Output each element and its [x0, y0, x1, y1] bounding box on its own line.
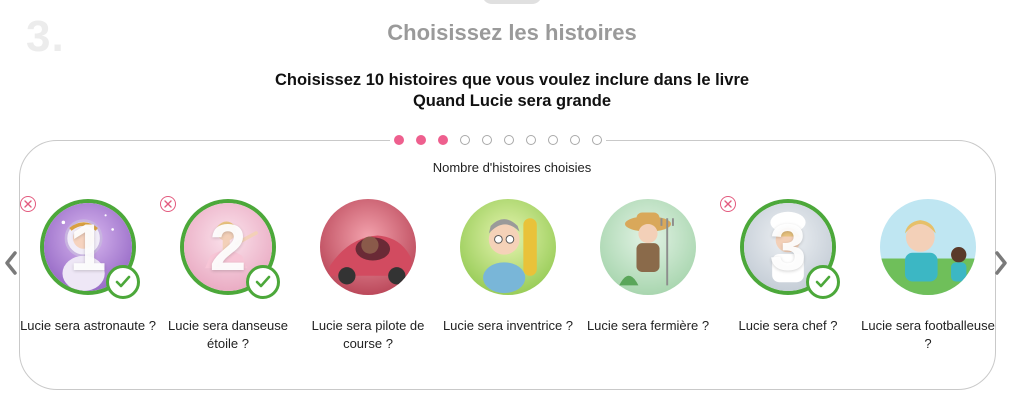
- progress-dot: [482, 135, 492, 145]
- progress-dot: [460, 135, 470, 145]
- remove-story-button[interactable]: [20, 196, 36, 212]
- selected-check-icon: [106, 265, 140, 299]
- story-card-dancer[interactable]: 2 Lucie sera danseuse étoile ?: [158, 196, 298, 359]
- close-icon: [24, 200, 32, 208]
- selected-check-icon: [246, 265, 280, 299]
- story-illustration-race-driver[interactable]: [320, 199, 416, 295]
- top-decoration: [482, 0, 542, 4]
- story-card-farmer[interactable]: Lucie sera fermière ?: [578, 199, 718, 359]
- story-title: Lucie sera astronaute ?: [20, 318, 156, 333]
- remove-story-button[interactable]: [720, 196, 736, 212]
- story-card-chef[interactable]: 3 Lucie sera chef ?: [718, 196, 858, 359]
- story-card-astronaut[interactable]: 1 Lucie sera astronaute ?: [18, 196, 158, 359]
- selected-check-icon: [806, 265, 840, 299]
- progress-dot: [592, 135, 602, 145]
- chosen-count-label: Nombre d'histoires choisies: [432, 160, 592, 175]
- remove-story-button[interactable]: [160, 196, 176, 212]
- story-title: Lucie sera pilote de course ?: [311, 318, 425, 351]
- chevron-left-icon: [5, 251, 17, 275]
- story-card-race-driver[interactable]: Lucie sera pilote de course ?: [298, 199, 438, 359]
- story-illustration-farmer[interactable]: [600, 199, 696, 295]
- progress-dot: [548, 135, 558, 145]
- story-illustration-inventor[interactable]: [460, 199, 556, 295]
- progress-dot: [416, 135, 426, 145]
- section-title: Choisissez les histoires: [387, 20, 637, 45]
- story-title: Lucie sera chef ?: [738, 318, 838, 333]
- progress-dot: [526, 135, 536, 145]
- instruction-text: Choisissez 10 histoires que vous voulez …: [0, 70, 1024, 112]
- progress-dot: [394, 135, 404, 145]
- story-title: Lucie sera danseuse étoile ?: [168, 318, 288, 351]
- instruction-line-1: Choisissez 10 histoires que vous voulez …: [274, 71, 750, 89]
- progress-dot: [570, 135, 580, 145]
- story-card-inventor[interactable]: Lucie sera inventrice ?: [438, 199, 578, 359]
- story-card-football[interactable]: Lucie sera footballeuse ?: [858, 199, 998, 359]
- progress-dot: [504, 135, 514, 145]
- selection-progress-dots: [390, 133, 606, 147]
- story-title: Lucie sera fermière ?: [586, 318, 710, 333]
- progress-dot: [438, 135, 448, 145]
- story-title: Lucie sera footballeuse ?: [861, 318, 995, 351]
- close-icon: [724, 200, 732, 208]
- story-title: Lucie sera inventrice ?: [442, 318, 574, 333]
- close-icon: [164, 200, 172, 208]
- story-illustration-football[interactable]: [880, 199, 976, 295]
- instruction-line-2: Quand Lucie sera grande: [412, 92, 612, 110]
